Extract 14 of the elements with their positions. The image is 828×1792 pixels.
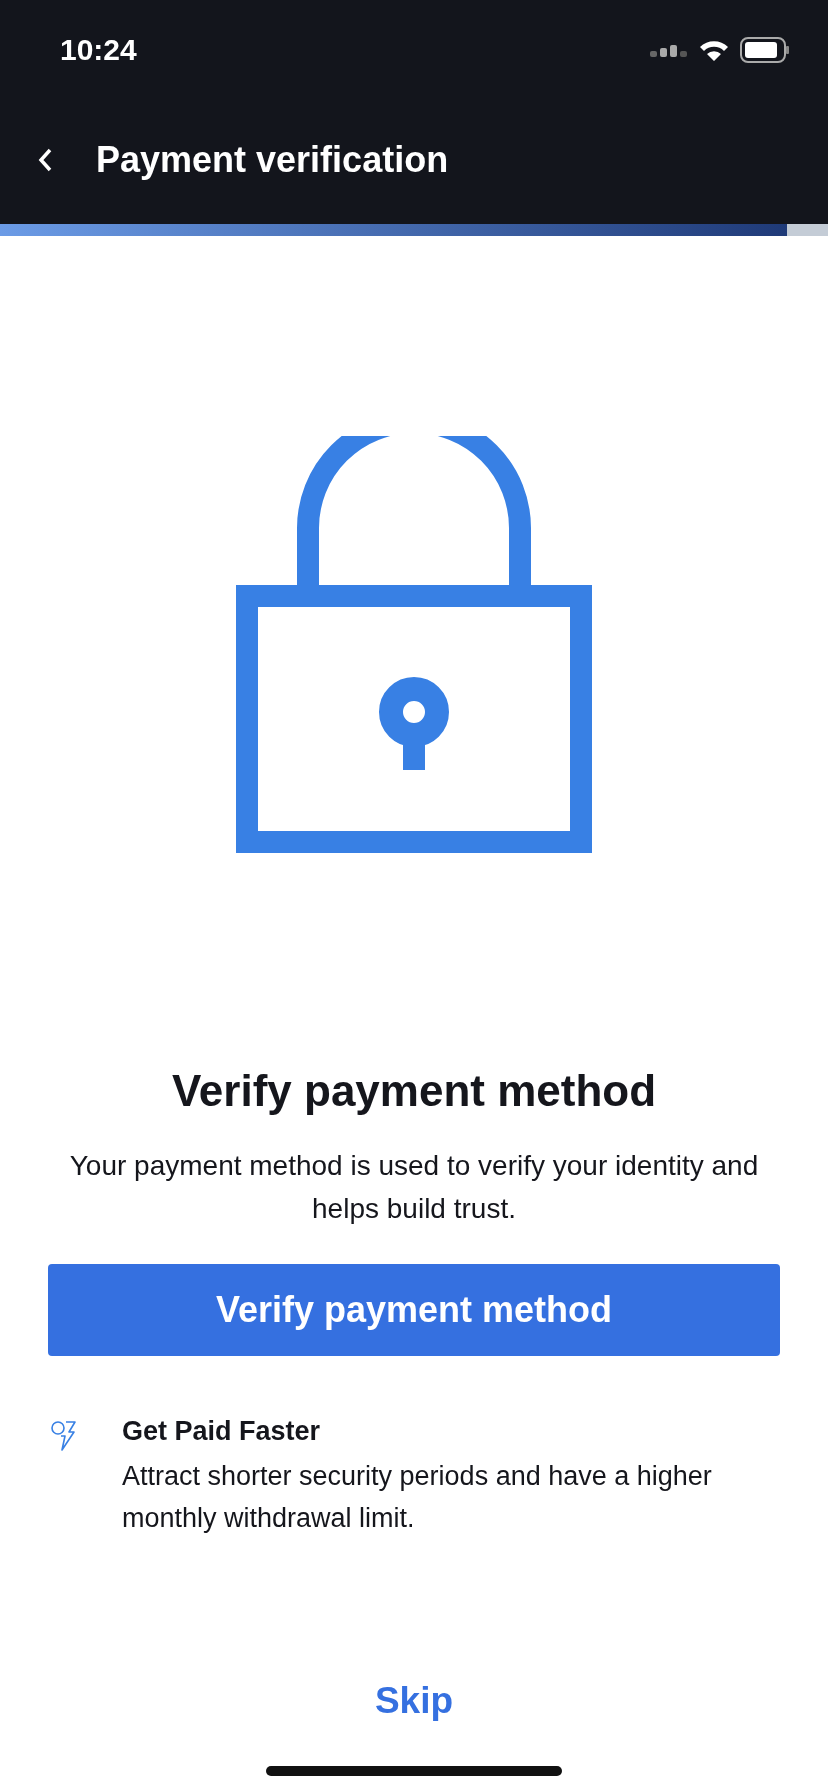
skip-button[interactable]: Skip <box>364 1676 464 1726</box>
status-time: 10:24 <box>60 33 137 67</box>
verify-button[interactable]: Verify payment method <box>48 1264 780 1356</box>
back-button[interactable] <box>36 146 54 174</box>
signal-icon <box>650 43 688 57</box>
page-title: Payment verification <box>96 139 449 181</box>
description: Your payment method is used to verify your identity and helps build trust. <box>68 1149 760 1226</box>
heading: Verify payment method <box>170 1066 658 1116</box>
battery-icon <box>740 37 790 63</box>
back-icon <box>36 146 54 174</box>
feature-description: Attract shorter security periods and have a higher monthly withdrawal limit. <box>122 1460 713 1535</box>
lightning-coin-icon <box>50 1420 76 1452</box>
wifi-icon <box>698 38 730 62</box>
feature-title: Get Paid Faster <box>122 1416 322 1447</box>
